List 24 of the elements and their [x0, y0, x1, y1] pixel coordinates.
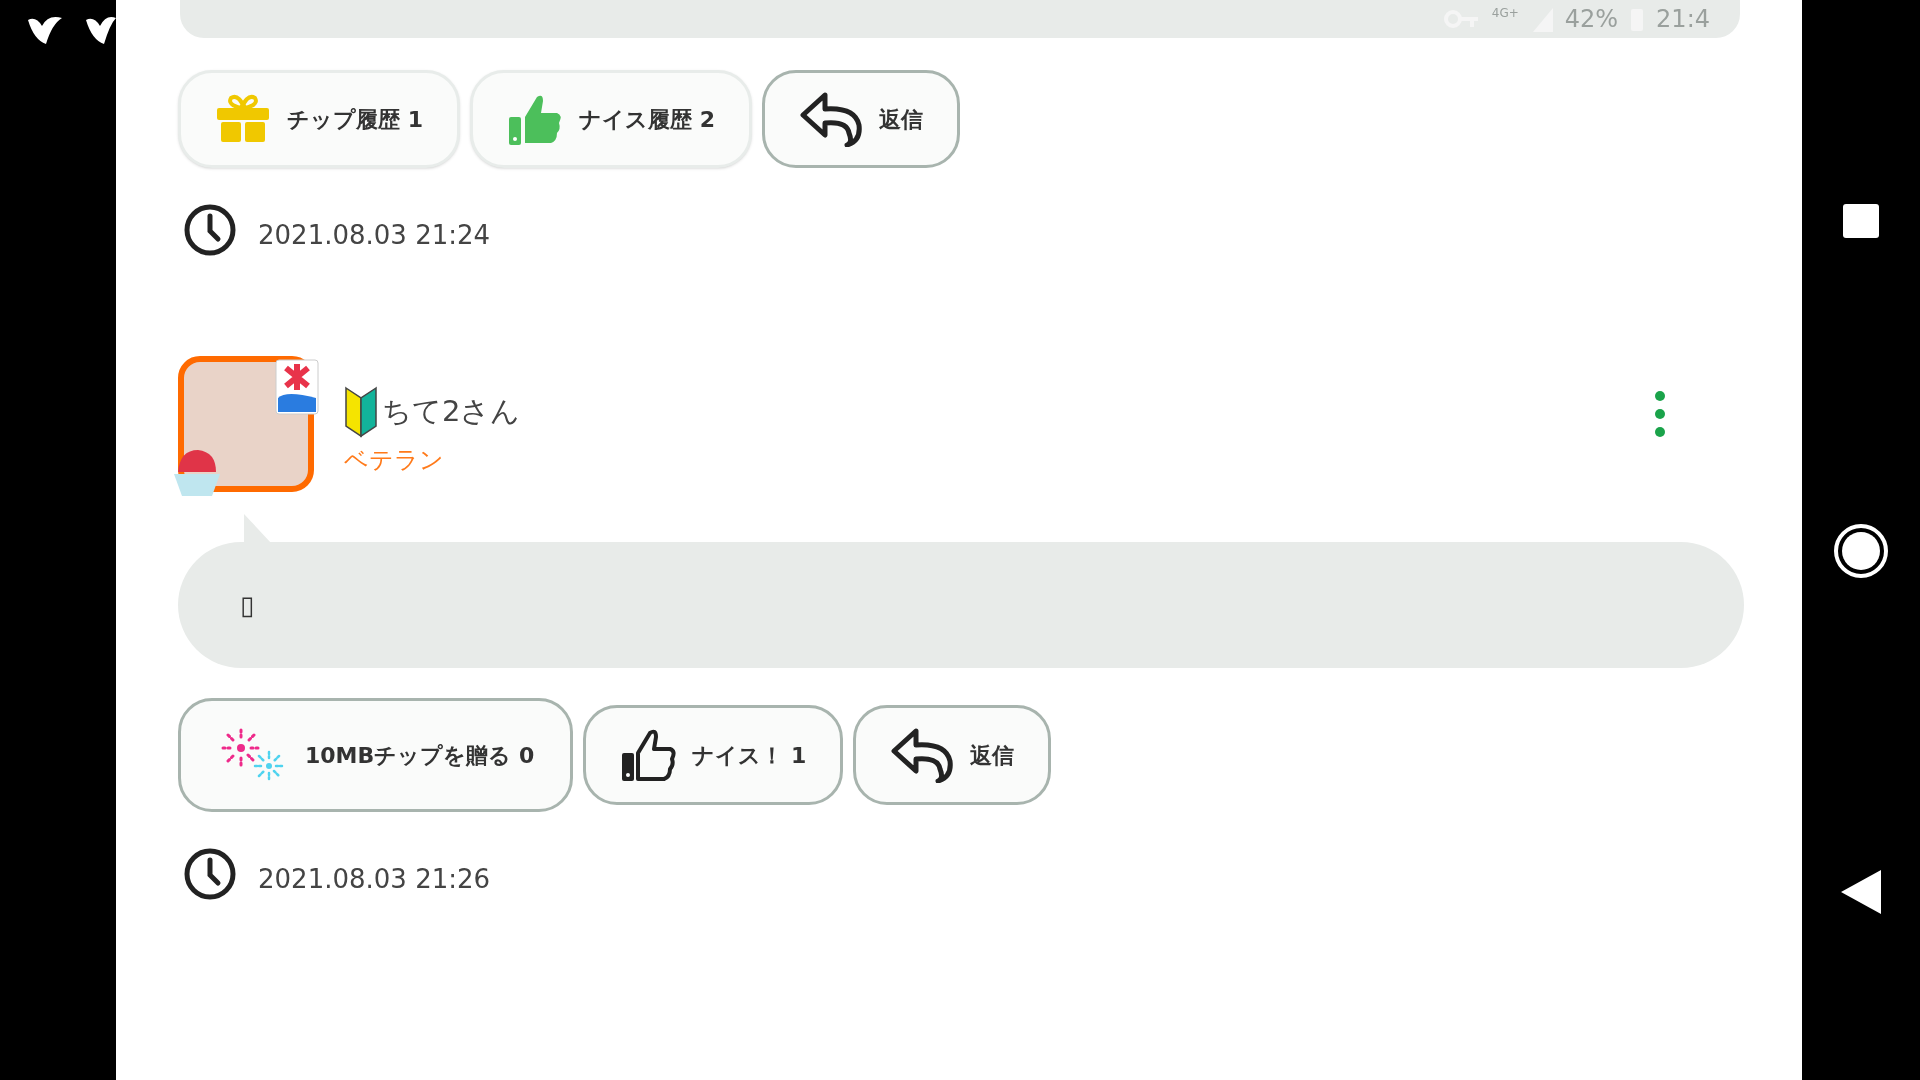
thumbs-up-icon [620, 727, 677, 783]
more-options-icon[interactable] [1654, 390, 1666, 438]
clock-time: 21:4 [1656, 4, 1710, 35]
timestamp: 2021.08.03 21:26 [258, 862, 491, 896]
reply-button[interactable]: 返信 [853, 705, 1052, 805]
clock-icon [184, 848, 236, 900]
tip-history-button[interactable]: チップ履歴 1 [178, 70, 460, 168]
gift-icon [215, 94, 271, 144]
user-rank: ベテラン [344, 445, 445, 476]
network-type: 4G+ [1491, 5, 1519, 22]
battery-percent: 42% [1564, 4, 1619, 35]
home-button[interactable] [1834, 524, 1888, 578]
beginner-mark-icon [344, 386, 378, 438]
nice-button[interactable]: ナイス！ 1 [583, 705, 844, 805]
reply-arrow-icon [798, 91, 863, 147]
nice-history-button[interactable]: ナイス履歴 2 [469, 70, 752, 168]
timestamp: 2021.08.03 21:24 [258, 218, 491, 252]
reply-arrow-icon [890, 727, 955, 783]
reply-button[interactable]: 返信 [761, 70, 960, 168]
clock-icon [184, 204, 236, 256]
message-text: ▯ [240, 588, 255, 622]
back-button[interactable] [1839, 868, 1883, 916]
send-tip-button[interactable]: 10MBチップを贈る 0 [178, 698, 574, 812]
user-name[interactable]: ちて2さん [382, 390, 521, 434]
